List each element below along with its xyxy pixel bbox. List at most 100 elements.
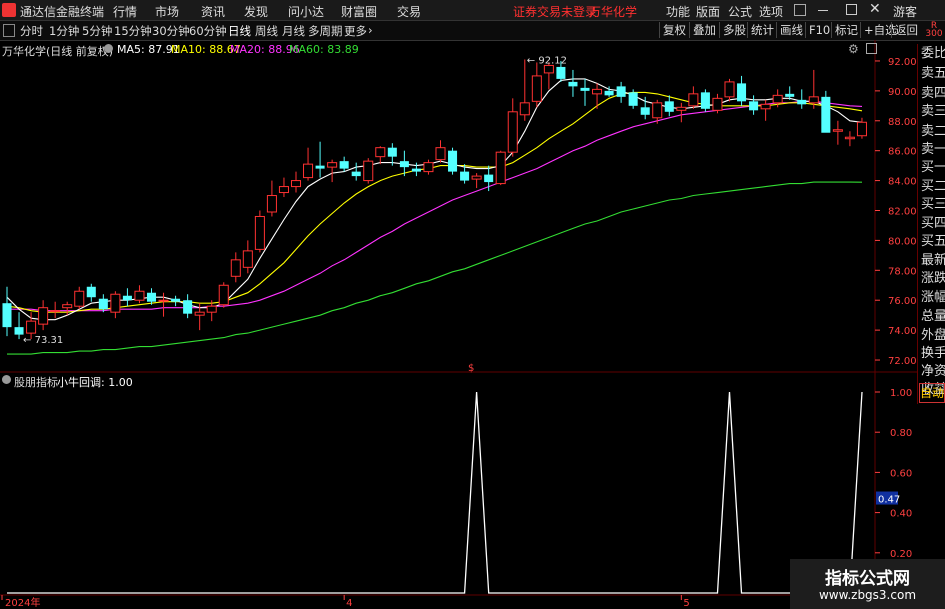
side-item-turnover[interactable]: 换手 xyxy=(921,344,945,364)
side-item-ask2[interactable]: 卖二 xyxy=(921,122,945,142)
side-item-change-pct[interactable]: 涨幅 xyxy=(921,288,945,308)
candle[interactable] xyxy=(2,286,12,337)
panel-toggle-icon[interactable] xyxy=(3,24,15,37)
statistics-button[interactable]: 统计 xyxy=(747,22,777,38)
candle[interactable] xyxy=(519,59,530,121)
candle[interactable] xyxy=(568,69,578,97)
menu-item-trade[interactable]: 交易 xyxy=(397,3,421,20)
close-icon[interactable]: ✕ xyxy=(869,1,881,17)
user-label[interactable]: 游客 xyxy=(893,3,917,20)
candle[interactable] xyxy=(471,173,482,189)
candle[interactable] xyxy=(218,282,229,308)
side-item-ask3[interactable]: 卖三 xyxy=(921,102,945,122)
candle[interactable] xyxy=(50,301,61,319)
side-item-bid5[interactable]: 买五 xyxy=(921,232,945,252)
candlestick-series[interactable]: ← 92.12 ← 73.31 $ xyxy=(2,55,867,374)
side-item-bid4[interactable]: 买四 xyxy=(921,214,945,234)
indicator-panel[interactable] xyxy=(7,391,863,594)
f10-button[interactable]: F10 xyxy=(805,22,833,38)
screen-icon[interactable] xyxy=(794,4,806,16)
menu-item-quotes[interactable]: 行情 xyxy=(113,3,137,20)
mark-button[interactable]: 标记 xyxy=(831,22,861,38)
side-item-bid1[interactable]: 买一 xyxy=(921,158,945,178)
side-item-ratio[interactable]: 委比 xyxy=(921,44,945,64)
candle[interactable] xyxy=(712,93,723,114)
candle[interactable] xyxy=(351,162,361,181)
side-item-ask4[interactable]: 卖四 xyxy=(921,84,945,104)
settings-dot-icon[interactable] xyxy=(104,44,113,53)
candle[interactable] xyxy=(676,102,687,123)
candle[interactable] xyxy=(339,156,349,172)
candle[interactable] xyxy=(183,294,193,319)
auto-button[interactable]: 自动 xyxy=(919,383,945,403)
candle[interactable] xyxy=(737,75,747,106)
period-tab-daily[interactable]: 日线 xyxy=(228,23,251,39)
overlay-button[interactable]: 叠加 xyxy=(689,22,719,38)
candle[interactable] xyxy=(749,95,759,115)
candle[interactable] xyxy=(495,150,506,186)
candle[interactable] xyxy=(448,147,458,175)
candle[interactable] xyxy=(171,295,181,307)
minimize-icon[interactable] xyxy=(818,10,828,11)
period-tab-multi[interactable]: 多周期 xyxy=(308,23,343,39)
login-notice[interactable]: 证券交易未登录 xyxy=(513,3,597,20)
period-tab-more[interactable]: 更多 xyxy=(344,23,367,39)
candle[interactable] xyxy=(363,158,374,184)
period-tab-tick[interactable]: 分时 xyxy=(20,23,43,39)
side-item-outer[interactable]: 外盘 xyxy=(921,326,945,346)
candle[interactable] xyxy=(688,86,699,109)
candle[interactable] xyxy=(315,141,325,178)
candle[interactable] xyxy=(38,300,49,331)
candle[interactable] xyxy=(856,117,867,139)
candle[interactable] xyxy=(290,171,302,193)
draw-line-button[interactable]: 画线 xyxy=(776,22,806,38)
candle[interactable] xyxy=(134,285,145,304)
candle[interactable] xyxy=(844,131,855,147)
candle[interactable] xyxy=(242,240,253,274)
candle[interactable] xyxy=(158,292,169,317)
candle[interactable] xyxy=(592,83,603,109)
menu-item-ask[interactable]: 问小达 xyxy=(288,3,324,20)
candle[interactable] xyxy=(110,291,121,319)
period-tab-5m[interactable]: 5分钟 xyxy=(82,23,112,39)
candle[interactable] xyxy=(423,159,434,175)
multi-stock-button[interactable]: 多股 xyxy=(719,22,749,38)
back-button[interactable]: 返回 xyxy=(891,22,921,38)
candle[interactable] xyxy=(507,98,518,157)
side-item-ask5[interactable]: 卖五 xyxy=(921,64,945,84)
kline-chart[interactable]: ← 92.12 ← 73.31 $ 92.00 90.00 88.00 86.00 84.0… xyxy=(0,40,945,609)
candle[interactable] xyxy=(435,140,446,163)
candle[interactable] xyxy=(821,90,831,133)
side-item-change[interactable]: 涨跌 xyxy=(921,269,945,289)
candle[interactable] xyxy=(327,159,338,183)
menu-item-options[interactable]: 选项 xyxy=(759,3,783,20)
window-icon[interactable] xyxy=(866,43,877,54)
candle[interactable] xyxy=(580,78,590,106)
candle[interactable] xyxy=(760,99,771,121)
menu-item-layout[interactable]: 版面 xyxy=(696,3,720,20)
period-tab-15m[interactable]: 15分钟 xyxy=(114,23,152,39)
period-tab-60m[interactable]: 60分钟 xyxy=(189,23,227,39)
side-item-latest[interactable]: 最新 xyxy=(921,251,945,271)
candle[interactable] xyxy=(664,95,674,117)
adjust-button[interactable]: 复权 xyxy=(659,22,689,38)
candle[interactable] xyxy=(616,81,626,103)
period-tab-monthly[interactable]: 月线 xyxy=(282,23,305,39)
candle[interactable] xyxy=(266,180,277,217)
maximize-icon[interactable] xyxy=(846,4,857,15)
menu-item-wealth[interactable]: 财富圈 xyxy=(341,3,377,20)
candle[interactable] xyxy=(86,283,96,302)
menu-item-discover[interactable]: 发现 xyxy=(244,3,268,20)
menu-item-function[interactable]: 功能 xyxy=(666,3,690,20)
menu-item-news[interactable]: 资讯 xyxy=(201,3,225,20)
candle[interactable] xyxy=(543,62,554,90)
candle[interactable] xyxy=(531,62,542,108)
candle[interactable] xyxy=(700,89,710,112)
candle[interactable] xyxy=(74,286,85,310)
candle[interactable] xyxy=(808,69,819,109)
candle[interactable] xyxy=(122,288,132,307)
period-tab-weekly[interactable]: 周线 xyxy=(255,23,278,39)
period-tab-1m[interactable]: 1分钟 xyxy=(49,23,79,39)
side-item-bid3[interactable]: 买三 xyxy=(921,195,945,215)
settings-icon[interactable]: ⚙ xyxy=(848,42,859,56)
